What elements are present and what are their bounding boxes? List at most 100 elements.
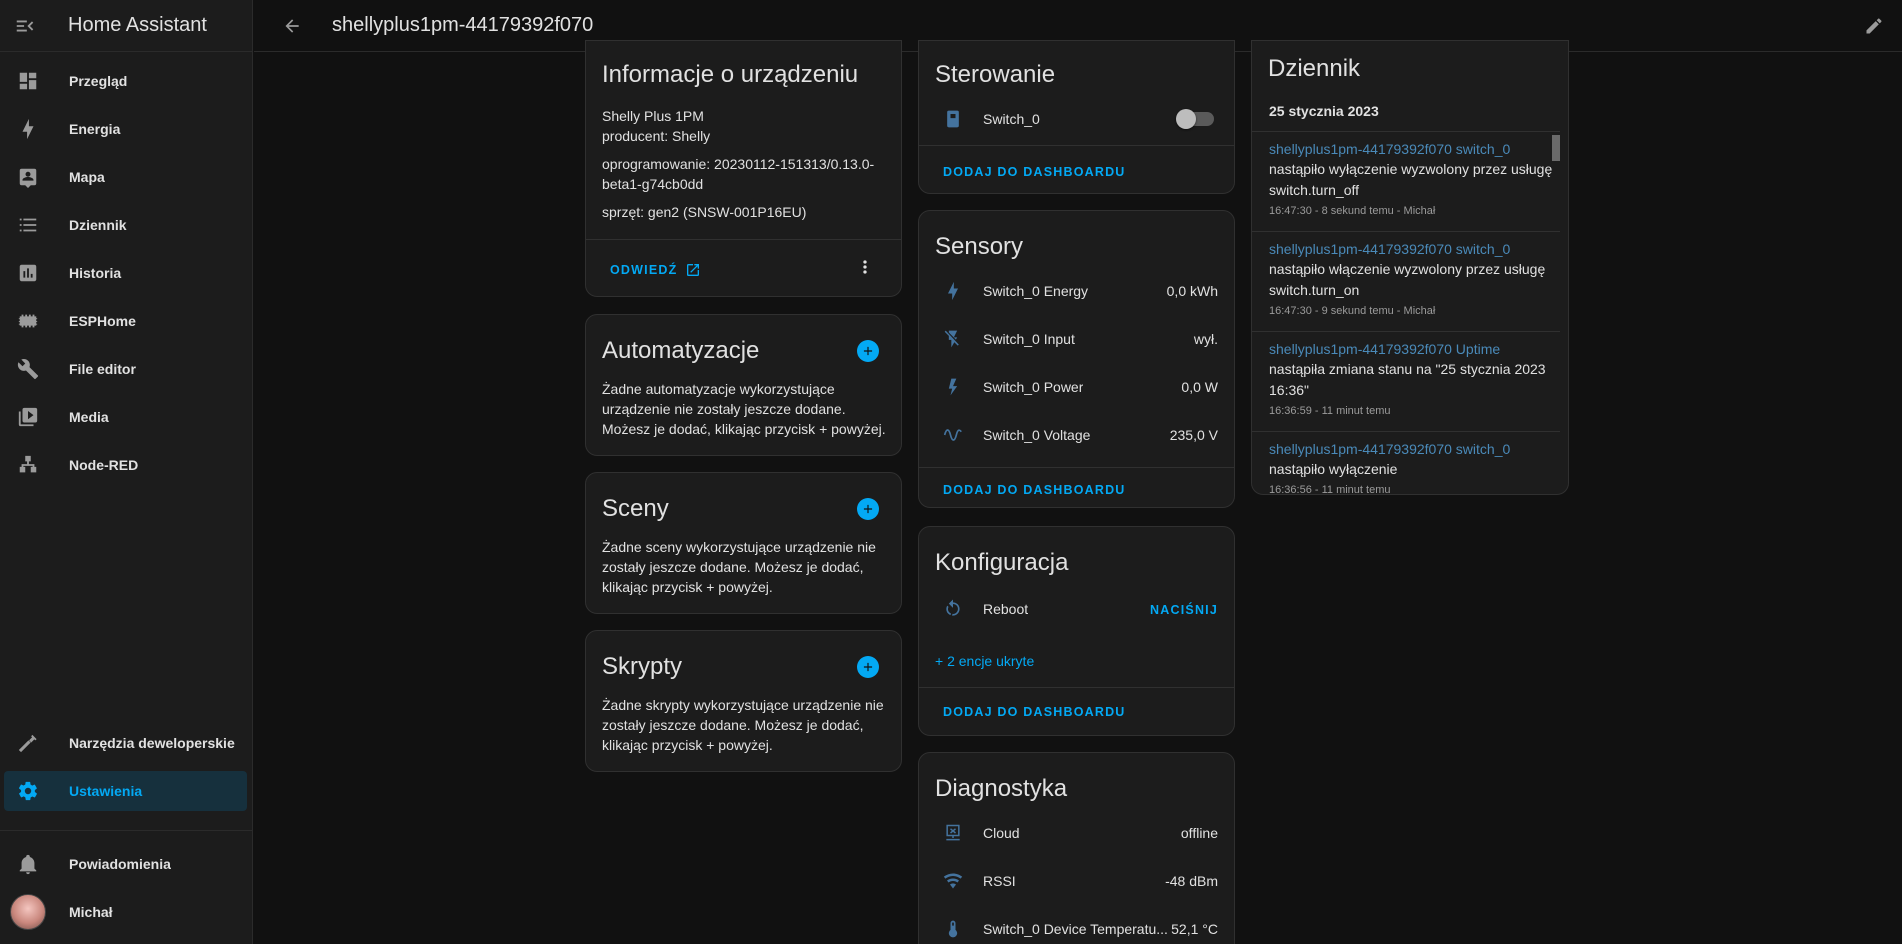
sidebar-item-label: Node-RED (69, 457, 139, 473)
cloud-network-icon (946, 824, 960, 841)
visit-label: ODWIEDŹ (610, 263, 678, 277)
device-hardware: sprzęt: gen2 (SNSW-001P16EU) (602, 204, 807, 220)
config-card: Konfiguracja Reboot NACIŚNIJ + 2 encje u… (918, 526, 1235, 736)
sidebar-item-media[interactable]: Media (4, 397, 247, 437)
sidebar-item-label: Powiadomienia (69, 856, 171, 872)
divider (1252, 231, 1560, 232)
logbook-entry: shellyplus1pm-44179392f070 Uptime nastąp… (1269, 339, 1568, 417)
diagnostic-row[interactable]: Cloud offline (919, 813, 1234, 853)
card-title: Skrypty (602, 653, 683, 680)
add-automation-button[interactable] (857, 340, 879, 362)
lightning-icon (22, 118, 34, 140)
visit-button[interactable]: ODWIEDŹ (610, 262, 701, 278)
open-in-new-icon (687, 264, 700, 276)
sidebar-item-notifications[interactable]: Powiadomienia (4, 844, 247, 884)
logbook-message: nastąpiło wyłączenie (1269, 461, 1398, 477)
sensor-value: 0,0 W (1181, 379, 1218, 395)
diagnostic-value: offline (1180, 825, 1218, 841)
press-button[interactable]: NACIŚNIJ (1150, 603, 1218, 617)
sensor-value: 0,0 kWh (1166, 283, 1218, 299)
wrench-icon (17, 359, 39, 380)
logbook-meta: 16:47:30 - 8 sekund temu - Michał (1269, 205, 1436, 217)
sensor-row[interactable]: Switch_0 Power 0,0 W (919, 367, 1234, 407)
sensor-value: wył. (1193, 331, 1218, 347)
arrow-left-icon (285, 18, 299, 33)
diagnostic-value: 52,1 °C (1171, 921, 1218, 937)
logbook-message: nastąpiła zmiana stanu na "25 stycznia 2… (1269, 361, 1546, 398)
sensor-row[interactable]: Switch_0 Input wył. (919, 319, 1234, 359)
add-scene-button[interactable] (857, 498, 879, 520)
add-to-dashboard-button[interactable]: DODAJ DO DASHBOARDU (943, 165, 1126, 179)
diagnostic-name: RSSI (983, 873, 1016, 889)
edit-button[interactable] (1860, 12, 1888, 40)
empty-state-text: Żadne automatyzacje wykorzystujące urząd… (602, 381, 886, 437)
add-to-dashboard-button[interactable]: DODAJ DO DASHBOARDU (943, 705, 1126, 719)
logbook-entry: shellyplus1pm-44179392f070 switch_0 nast… (1269, 439, 1568, 495)
card-title: Informacje o urządzeniu (602, 61, 859, 88)
sidebar-item-przeglad[interactable]: Przegląd (4, 61, 247, 101)
dashboard-icon (19, 72, 37, 90)
card-title: Sterowanie (935, 61, 1056, 88)
sidebar-item-historia[interactable]: Historia (4, 253, 247, 293)
sensor-name: Switch_0 Input (983, 331, 1075, 347)
logbook-meta: 16:36:56 - 11 minut temu (1269, 484, 1391, 495)
add-script-button[interactable] (857, 656, 879, 678)
sidebar-item-label: ESPHome (69, 313, 136, 329)
sidebar-divider (0, 830, 253, 831)
list-icon (19, 218, 37, 232)
logbook-entity-link[interactable]: shellyplus1pm-44179392f070 switch_0 (1269, 239, 1568, 259)
wifi-icon (943, 873, 963, 889)
hammer-icon (18, 734, 37, 753)
bell-icon (19, 854, 37, 875)
hidden-entities-link[interactable]: + 2 encje ukryte (935, 653, 1034, 669)
logbook-date: 25 stycznia 2023 (1269, 103, 1379, 119)
sidebar-item-settings[interactable]: Ustawienia (4, 771, 247, 811)
logbook-entity-link[interactable]: shellyplus1pm-44179392f070 switch_0 (1269, 139, 1568, 159)
device-firmware: oprogramowanie: 20230112-151313/0.13.0-b… (602, 156, 875, 192)
sidebar-item-label: Michał (69, 904, 113, 920)
controls-card: Sterowanie Switch_0 DODAJ DO DASHBOARDU (918, 40, 1235, 194)
plus-icon (863, 346, 873, 356)
sidebar-item-node-red[interactable]: Node-RED (4, 445, 247, 485)
sidebar-item-dziennik[interactable]: Dziennik (4, 205, 247, 245)
switch-toggle[interactable] (1176, 109, 1214, 129)
scenes-card: Sceny Żadne sceny wykorzystujące urządze… (585, 472, 902, 614)
pencil-icon (1866, 18, 1882, 34)
add-to-dashboard-button[interactable]: DODAJ DO DASHBOARDU (943, 483, 1126, 497)
reboot-label: Reboot (983, 601, 1029, 617)
menu-toggle-button[interactable] (0, 0, 50, 52)
divider (1252, 431, 1560, 432)
logbook-entity-link[interactable]: shellyplus1pm-44179392f070 switch_0 (1269, 439, 1568, 459)
switch-row[interactable]: Switch_0 (919, 99, 1234, 139)
sidebar: Home Assistant Przegląd Energia Mapa Dzi… (0, 0, 253, 944)
sidebar-item-esphome[interactable]: ESPHome (4, 301, 247, 341)
chip-icon (18, 314, 38, 328)
diagnostic-row[interactable]: Switch_0 Device Temperatu... 52,1 °C (919, 909, 1234, 944)
sidebar-item-developer-tools[interactable]: Narzędzia deweloperskie (4, 723, 247, 763)
diagnostic-row[interactable]: RSSI -48 dBm (919, 861, 1234, 901)
sidebar-header: Home Assistant (0, 0, 252, 52)
logbook-meta: 16:36:59 - 11 minut temu (1269, 405, 1391, 417)
back-button[interactable] (270, 4, 314, 48)
more-menu-button[interactable] (853, 255, 877, 279)
sensor-row[interactable]: Switch_0 Voltage 235,0 V (919, 415, 1234, 455)
sensor-row[interactable]: Switch_0 Energy 0,0 kWh (919, 271, 1234, 311)
sitemap-icon (19, 455, 37, 473)
sidebar-item-label: Przegląd (69, 73, 128, 89)
sidebar-item-user[interactable]: Michał (4, 892, 247, 932)
sidebar-item-mapa[interactable]: Mapa (4, 157, 247, 197)
page-title: shellyplus1pm-44179392f070 (332, 14, 594, 36)
sidebar-item-file-editor[interactable]: File editor (4, 349, 247, 389)
sidebar-item-label: Mapa (69, 169, 105, 185)
app-title: Home Assistant (68, 14, 207, 36)
diagnostics-card: Diagnostyka Cloud offline RSSI -48 dBm S… (918, 752, 1235, 944)
divider (1252, 331, 1560, 332)
logbook-entry: shellyplus1pm-44179392f070 switch_0 nast… (1269, 139, 1568, 217)
logbook-entity-link[interactable]: shellyplus1pm-44179392f070 Uptime (1269, 339, 1568, 359)
avatar (10, 894, 46, 930)
card-title: Konfiguracja (935, 549, 1069, 576)
sidebar-item-energia[interactable]: Energia (4, 109, 247, 149)
card-title: Sensory (935, 233, 1024, 260)
sidebar-item-label: Ustawienia (69, 783, 143, 799)
gear-icon (18, 781, 37, 801)
